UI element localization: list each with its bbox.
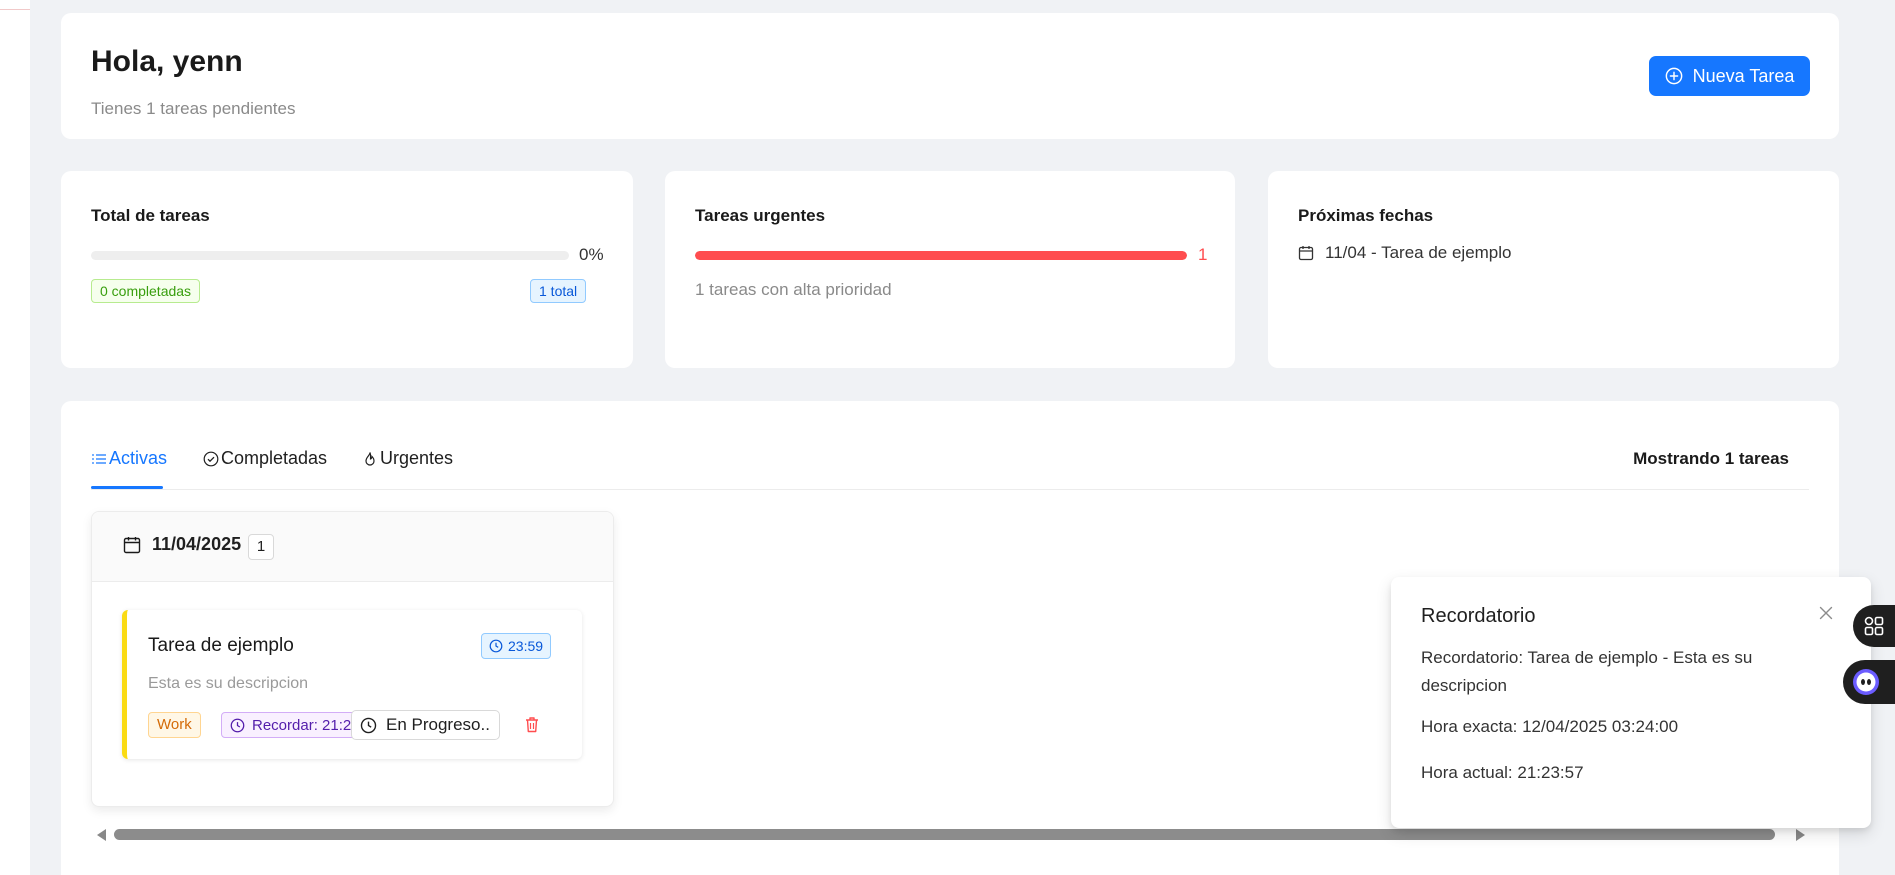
assistant-float-button[interactable] [1843,660,1895,704]
scrollbar-thumb[interactable] [114,829,1775,840]
urgent-description: 1 tareas con alta prioridad [695,280,892,299]
urgent-progress-bar [695,251,1187,260]
category-tag: Work [148,712,201,738]
calendar-icon [123,536,141,553]
active-tab-indicator [91,486,163,489]
task-description: Esta es su descripcion [148,675,309,692]
showing-count: Mostrando 1 tareas [1633,449,1789,468]
total-tasks-card: Total de tareas 0% 0 completadas 1 total [61,171,633,368]
clock-icon [360,717,377,733]
urgent-progress-fill [695,251,1187,260]
scroll-left-arrow-icon[interactable] [97,829,106,841]
date-group-date: 11/04/2025 [152,534,242,554]
tab-urgentes[interactable]: Urgentes [362,448,453,469]
notification-title: Recordatorio [1421,605,1536,627]
assistant-bot-icon [1853,669,1879,695]
reminder-notification: Recordatorio Recordatorio: Tarea de ejem… [1391,577,1871,828]
urgent-count: 1 [1198,245,1208,264]
tab-completadas-label: Completadas [221,448,328,468]
date-group-header: 11/04/2025 1 [92,512,613,582]
urgent-tasks-title: Tareas urgentes [695,206,826,225]
new-task-button[interactable]: Nueva Tarea [1649,56,1810,96]
fire-icon [365,451,375,466]
reminder-text: Recordar: 21:24 [252,716,360,734]
welcome-header: Hola, yenn Tienes 1 tareas pendientes Nu… [61,13,1839,139]
completion-progress-bar [91,251,569,260]
calendar-icon [1298,246,1314,261]
status-value: En Progreso.. [386,715,490,734]
check-circle-icon [203,451,219,466]
reminder-tag: Recordar: 21:24 [221,712,369,738]
upcoming-date-text: 11/04 - Tarea de ejemplo [1325,243,1512,262]
greeting-title: Hola, yenn [91,45,243,78]
tab-completadas[interactable]: Completadas [203,448,327,469]
clock-icon [489,639,503,653]
tab-activas[interactable]: Activas [91,448,167,469]
task-title: Tarea de ejemplo [148,635,294,656]
date-group: 11/04/2025 1 Tarea de ejemplo 23:59 Esta… [91,511,614,807]
tab-urgentes-label: Urgentes [380,448,454,468]
completion-percent: 0% [579,245,604,264]
notification-message: Recordatorio: Tarea de ejemplo - Esta es… [1421,648,1753,695]
notification-current-time: Hora actual: 21:23:57 [1421,763,1584,782]
upcoming-dates-title: Próximas fechas [1298,206,1434,225]
upcoming-date-item: 11/04 - Tarea de ejemplo [1298,243,1512,263]
urgent-tasks-card: Tareas urgentes 1 1 tareas con alta prio… [665,171,1235,368]
pending-tasks-subtitle: Tienes 1 tareas pendientes [91,99,296,118]
plus-circle-icon [1665,67,1682,85]
apps-icon [1864,616,1884,636]
status-select[interactable]: En Progreso.. [351,710,500,740]
total-tasks-title: Total de tareas [91,206,210,225]
total-count-tag: 1 total [530,279,587,303]
horizontal-scrollbar[interactable] [97,827,1805,841]
date-group-count: 1 [248,534,274,560]
task-tabs: Activas Completadas Urgentes Mostrando 1… [91,401,1809,490]
notification-exact-time: Hora exacta: 12/04/2025 03:24:00 [1421,717,1679,736]
close-icon[interactable] [1818,605,1834,621]
delete-icon[interactable] [522,715,542,735]
task-card[interactable]: Tarea de ejemplo 23:59 Esta es su descri… [122,610,582,759]
date-group-title: 11/04/2025 [123,534,241,555]
list-icon [92,453,106,464]
completed-count-tag: 0 completadas [91,279,201,303]
tab-activas-label: Activas [109,448,168,468]
scroll-right-arrow-icon[interactable] [1796,829,1805,841]
clock-icon [230,718,245,732]
due-time-text: 23:59 [508,638,544,654]
upcoming-dates-card: Próximas fechas 11/04 - Tarea de ejemplo [1268,171,1839,368]
due-time-tag: 23:59 [481,633,552,659]
new-task-label: Nueva Tarea [1692,65,1795,86]
apps-float-button[interactable] [1853,605,1895,647]
